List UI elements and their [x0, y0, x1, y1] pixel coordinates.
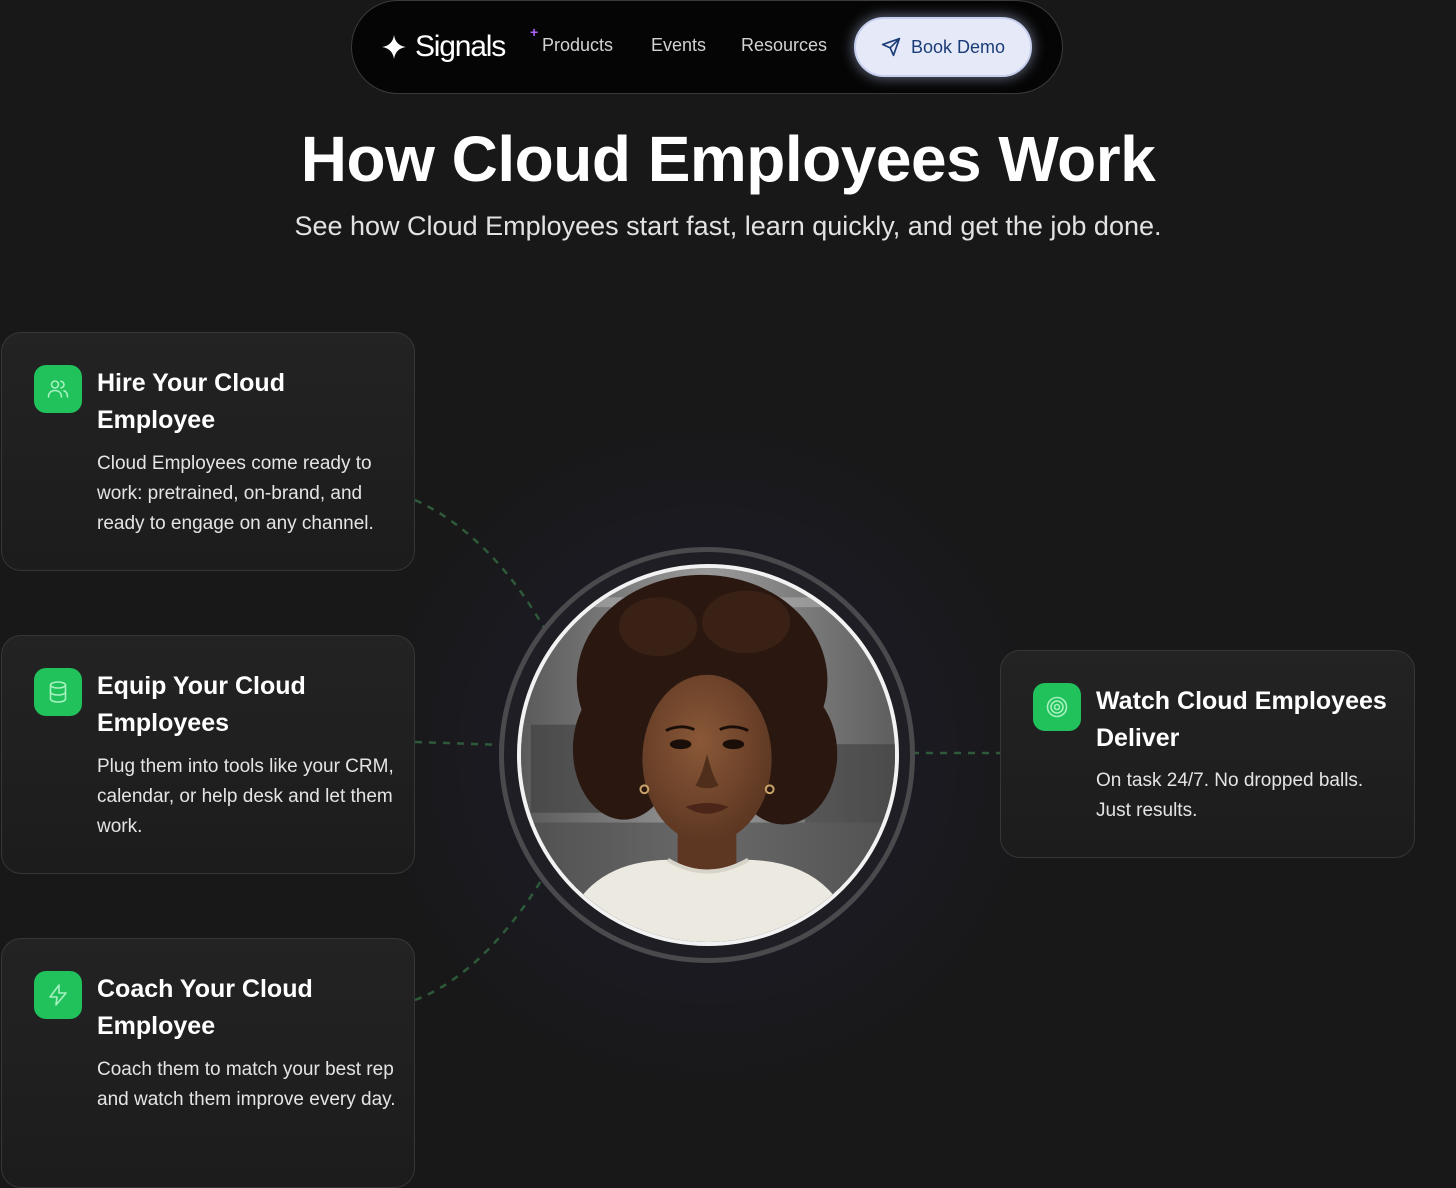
send-icon — [881, 37, 901, 57]
step-description: On task 24/7. No dropped balls. Just res… — [1096, 770, 1364, 821]
step-card-hire: Hire Your Cloud Employee Cloud Employees… — [1, 332, 415, 571]
brand-plus-mark: + — [530, 24, 539, 40]
step-description: Plug them into tools like your CRM, cale… — [97, 756, 394, 837]
sparkle-icon — [382, 35, 406, 59]
book-demo-button[interactable]: Book Demo — [854, 17, 1032, 77]
page-subtitle: See how Cloud Employees start fast, lear… — [294, 211, 1162, 241]
nav-products[interactable]: Products — [542, 35, 613, 56]
step-title: Equip Your Cloud Employees — [97, 672, 306, 737]
connector-hire — [414, 498, 550, 636]
page-title: How Cloud Employees Work — [300, 123, 1156, 195]
step-title: Coach Your Cloud Employee — [97, 975, 313, 1040]
nav-events[interactable]: Events — [651, 35, 706, 56]
step-card-coach: Coach Your Cloud Employee Coach them to … — [1, 938, 415, 1188]
step-card-equip: Equip Your Cloud Employees Plug them int… — [1, 635, 415, 874]
nav-resources[interactable]: Resources — [741, 35, 827, 56]
brand-logo[interactable]: Signals + — [382, 24, 538, 67]
step-title: Watch Cloud Employees Deliver — [1096, 687, 1387, 752]
step-card-deliver: Watch Cloud Employees Deliver On task 24… — [1000, 650, 1415, 858]
database-icon — [34, 668, 82, 716]
target-icon — [1033, 683, 1081, 731]
top-navbar: Signals + Products Events Resources Book… — [351, 0, 1063, 94]
step-description: Coach them to match your best rep and wa… — [97, 1059, 396, 1110]
step-title: Hire Your Cloud Employee — [97, 369, 285, 434]
book-demo-label: Book Demo — [910, 36, 1006, 57]
connector-coach — [414, 864, 552, 1002]
brand-name: Signals — [415, 30, 506, 63]
cloud-employee-avatar — [517, 564, 899, 946]
portrait-illustration — [521, 568, 895, 942]
lightning-icon — [34, 971, 82, 1019]
connector-equip — [414, 740, 506, 747]
step-description: Cloud Employees come ready to work: pret… — [97, 453, 374, 534]
users-icon — [34, 365, 82, 413]
